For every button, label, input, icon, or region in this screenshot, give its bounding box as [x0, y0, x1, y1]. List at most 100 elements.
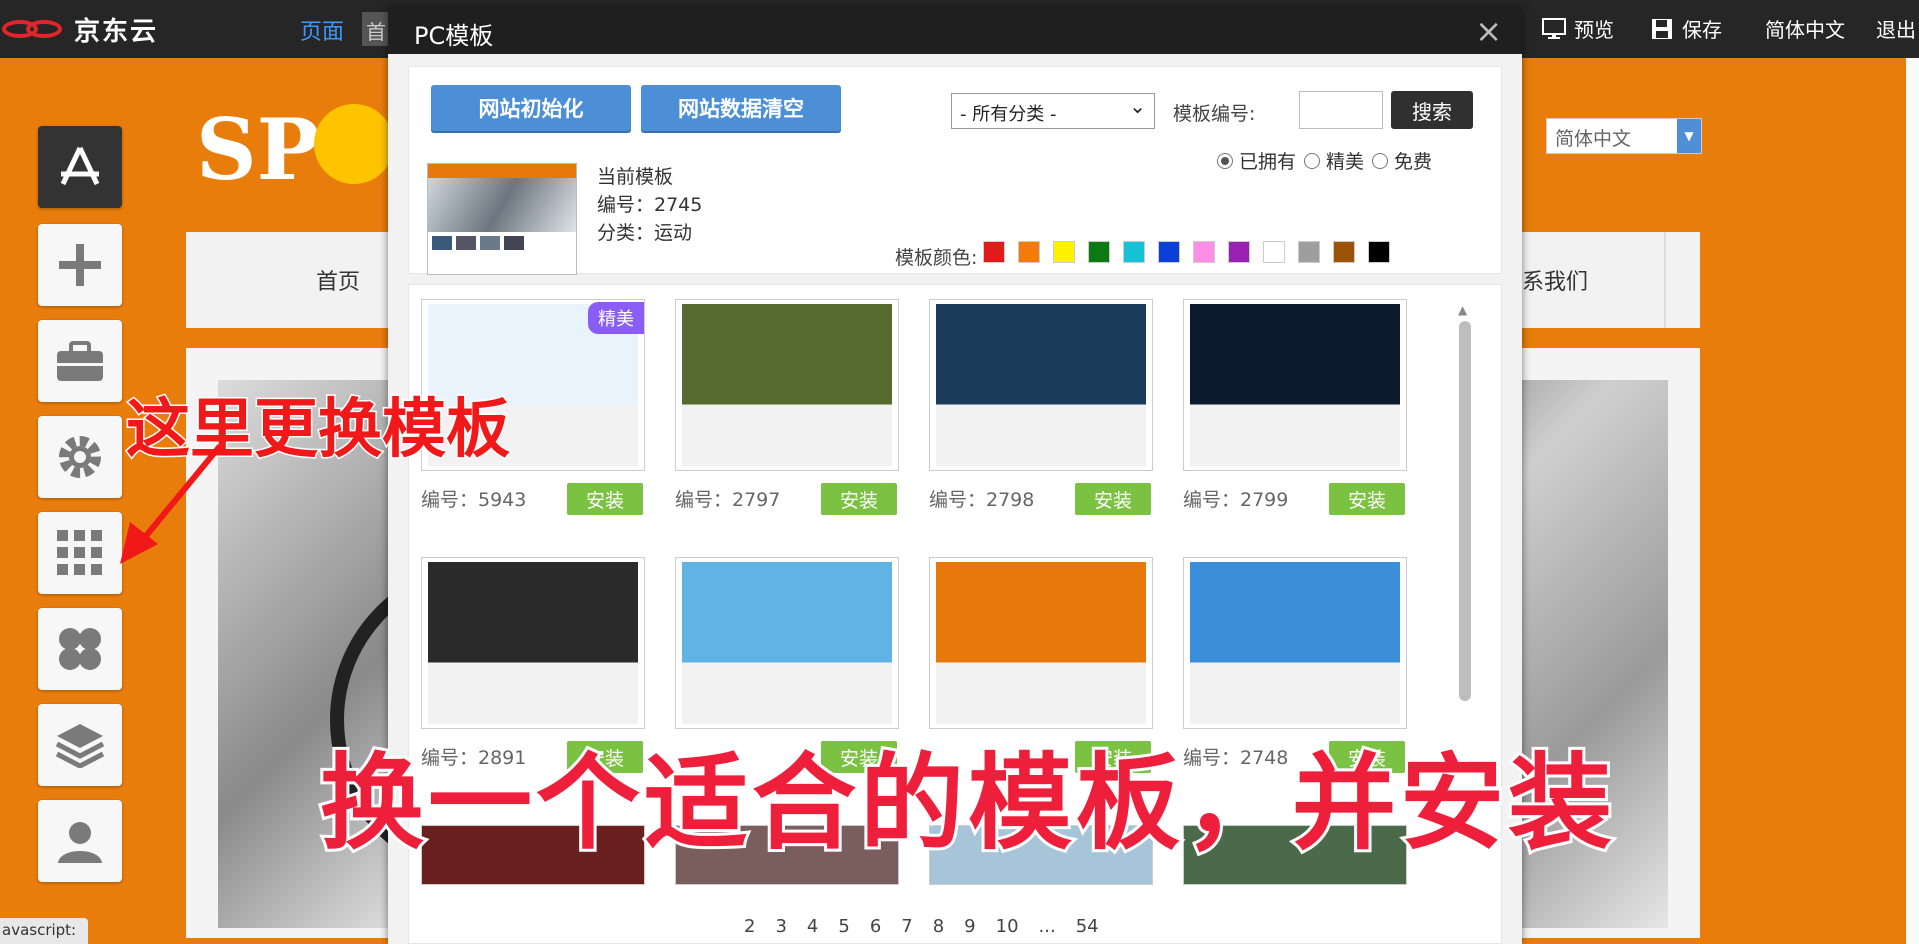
template-preview	[936, 304, 1146, 466]
template-card: 安装	[929, 557, 1155, 773]
radio-owned[interactable]	[1217, 152, 1233, 169]
radio-premium-label: 精美	[1326, 151, 1365, 173]
site-logo-dot	[314, 104, 394, 184]
gear-icon	[59, 436, 101, 478]
page-link[interactable]: 7	[901, 916, 912, 937]
template-code-input[interactable]	[1299, 91, 1383, 129]
dialog-title: PC模板	[414, 22, 494, 50]
add-button[interactable]	[38, 224, 122, 306]
toolbox-button[interactable]	[38, 320, 122, 402]
current-template-heading: 当前模板	[597, 166, 674, 188]
template-thumbnail[interactable]	[421, 557, 645, 729]
category-select[interactable]: - 所有分类 -	[951, 93, 1155, 129]
page-link[interactable]: 4	[807, 916, 818, 937]
template-code: 编号：2799	[1183, 489, 1289, 511]
install-button[interactable]: 安装	[1075, 483, 1151, 515]
plugins-button[interactable]	[38, 608, 122, 690]
site-language-value: 简体中文	[1555, 128, 1632, 150]
color-swatch[interactable]	[1018, 241, 1040, 263]
plus-icon	[59, 244, 101, 286]
color-swatch[interactable]	[1368, 241, 1390, 263]
template-thumbnail[interactable]	[1183, 557, 1407, 729]
scroll-up-icon[interactable]: ▲	[1458, 303, 1467, 317]
page-link[interactable]: 6	[870, 916, 881, 937]
page-link[interactable]: 10	[996, 916, 1019, 937]
save-label: 保存	[1682, 18, 1722, 42]
site-logo: SP	[196, 100, 320, 199]
template-preview	[682, 304, 892, 466]
current-template-thumbnail	[427, 163, 577, 275]
current-template-info: 当前模板 编号：2745 分类：运动	[597, 163, 702, 247]
install-button[interactable]: 安装	[821, 483, 897, 515]
radio-owned-label: 已拥有	[1239, 151, 1297, 173]
page-link[interactable]: ...	[1039, 916, 1056, 937]
template-thumbnail[interactable]	[1183, 299, 1407, 471]
page-link[interactable]: 5	[838, 916, 849, 937]
logo-text: 京东云	[74, 16, 159, 47]
template-code-label: 模板编号:	[1173, 103, 1256, 125]
tab-pages[interactable]: 页面	[300, 14, 344, 46]
site-nav-contact[interactable]: 系我们	[1522, 264, 1588, 296]
site-init-button[interactable]: 网站初始化	[431, 85, 631, 131]
color-swatch[interactable]	[1263, 241, 1285, 263]
install-button[interactable]: 安装	[1329, 483, 1405, 515]
clover-icon	[59, 628, 101, 670]
list-scrollbar[interactable]	[1459, 321, 1471, 701]
color-swatch[interactable]	[983, 241, 1005, 263]
template-preview	[1190, 562, 1400, 724]
template-card: 安装	[675, 557, 901, 773]
site-language-select[interactable]: 简体中文 ▼	[1546, 118, 1702, 154]
page-link[interactable]: 9	[964, 916, 975, 937]
user-icon	[58, 822, 102, 863]
page-link[interactable]: 54	[1076, 916, 1099, 937]
account-button[interactable]	[38, 800, 122, 882]
radio-premium[interactable]	[1304, 152, 1321, 169]
color-swatch[interactable]	[1333, 241, 1355, 263]
preview-button[interactable]: 预览	[1542, 14, 1614, 43]
save-button[interactable]: 保存	[1650, 14, 1722, 43]
logo-mark-icon	[0, 16, 66, 42]
search-button[interactable]: 搜索	[1391, 91, 1473, 129]
current-template-code: 编号：2745	[597, 194, 703, 216]
layers-button[interactable]	[38, 704, 122, 786]
language-switch[interactable]: 简体中文	[1765, 14, 1845, 43]
app-store-button[interactable]	[38, 126, 122, 208]
page-link[interactable]: 8	[933, 916, 944, 937]
color-swatch[interactable]	[1228, 241, 1250, 263]
app-store-icon	[60, 146, 100, 186]
template-code: 编号：5943	[421, 489, 527, 511]
color-swatch[interactable]	[1123, 241, 1145, 263]
tab-home-page[interactable]: 首	[362, 12, 390, 46]
clear-data-button[interactable]: 网站数据清空	[641, 85, 841, 131]
dialog-header: PC模板 ×	[388, 8, 1522, 54]
close-icon[interactable]: ×	[1475, 12, 1502, 50]
page-link[interactable]: 2	[744, 916, 755, 937]
template-thumbnail[interactable]	[929, 299, 1153, 471]
color-swatch[interactable]	[1298, 241, 1320, 263]
radio-free[interactable]	[1372, 152, 1389, 169]
template-card: 编号：2799 安装	[1183, 299, 1409, 515]
ownership-filter: 已拥有 精美 免费	[1209, 147, 1432, 174]
jd-cloud-logo[interactable]: 京东云	[0, 12, 159, 47]
template-card: 编号：2797 安装	[675, 299, 901, 515]
color-swatch[interactable]	[1193, 241, 1215, 263]
template-thumbnail[interactable]	[675, 557, 899, 729]
layers-icon	[55, 724, 105, 768]
install-button[interactable]: 安装	[567, 483, 643, 515]
caption-text: 换一个适合的模板，并安装	[317, 739, 1617, 867]
color-swatch[interactable]	[1088, 241, 1110, 263]
premium-badge: 精美	[588, 302, 644, 334]
logout-button[interactable]: 退出	[1876, 14, 1916, 43]
page-scrollbar[interactable]	[1906, 58, 1919, 944]
color-swatch[interactable]	[1158, 241, 1180, 263]
template-thumbnail[interactable]	[929, 557, 1153, 729]
template-thumbnail[interactable]	[675, 299, 899, 471]
page-link[interactable]: 3	[775, 916, 786, 937]
color-swatch[interactable]	[1053, 241, 1075, 263]
toolbox-icon	[57, 341, 103, 381]
template-preview	[428, 562, 638, 724]
monitor-icon	[1542, 17, 1566, 39]
site-nav-home[interactable]: 首页	[316, 264, 360, 296]
grid-icon	[57, 530, 102, 575]
template-preview	[682, 562, 892, 724]
